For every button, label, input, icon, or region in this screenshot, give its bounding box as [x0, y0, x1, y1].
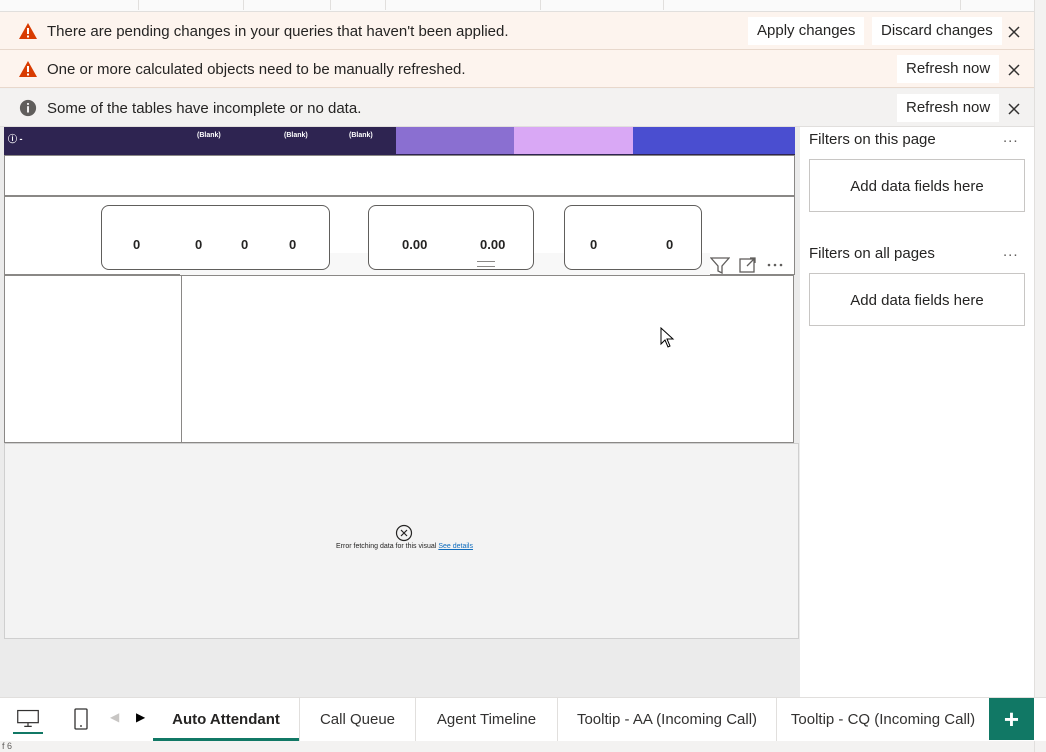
info-icon: ⓘ -	[8, 134, 23, 144]
refresh-now-button[interactable]: Refresh now	[897, 94, 1000, 122]
status-bar: f 6	[0, 741, 1034, 752]
more-options-icon[interactable]	[765, 256, 785, 274]
card-value: 0.00	[480, 237, 506, 252]
incomplete-data-banner: Some of the tables have incomplete or no…	[0, 89, 1034, 127]
card-value: 0	[590, 237, 598, 252]
refresh-calculated-banner: One or more calculated objects need to b…	[0, 50, 1034, 88]
filters-all-title: Filters on all pages	[809, 245, 935, 262]
multi-row-card[interactable]: 0 0	[564, 205, 702, 270]
tab-tooltip-aa[interactable]: Tooltip - AA (Incoming Call)	[558, 698, 777, 742]
error-visual[interactable]: Error fetching data for this visual See …	[4, 443, 799, 639]
warning-icon	[19, 23, 37, 39]
info-icon	[19, 99, 37, 117]
error-message: Error fetching data for this visual See …	[336, 543, 473, 550]
side-panel-edge	[1034, 0, 1046, 752]
card-value: 0.00	[402, 237, 428, 252]
error-icon	[395, 524, 413, 542]
pending-changes-banner: There are pending changes in your querie…	[0, 12, 1034, 50]
desktop-view-icon[interactable]	[13, 704, 43, 734]
page-filter-dropzone[interactable]: Add data fields here	[809, 159, 1025, 212]
previous-page-icon[interactable]: ◀	[110, 710, 119, 724]
card-row-visual[interactable]: 0 0 0 0 0.00 0.00 0 0	[4, 196, 795, 275]
card-value: 0	[195, 237, 203, 252]
drag-handle[interactable]	[477, 261, 495, 267]
tab-auto-attendant[interactable]: Auto Attendant	[153, 698, 300, 742]
banner-message: There are pending changes in your querie…	[47, 23, 509, 40]
add-page-button[interactable]: +	[989, 698, 1034, 740]
apply-changes-button[interactable]: Apply changes	[748, 17, 865, 45]
close-icon[interactable]	[1003, 21, 1025, 43]
banner-message: Some of the tables have incomplete or no…	[47, 100, 362, 117]
ribbon-remnant	[0, 0, 1046, 12]
blue-segment	[633, 127, 795, 154]
table-visual[interactable]	[4, 275, 794, 443]
lilac-segment	[514, 127, 633, 154]
all-pages-filter-dropzone[interactable]: Add data fields here	[809, 273, 1025, 326]
mouse-cursor-icon	[660, 327, 675, 348]
page-tab-bar: ◀ ▶ Auto Attendant Call Queue Agent Time…	[0, 697, 1046, 742]
more-options-icon[interactable]: ...	[1003, 243, 1019, 260]
banner-message: One or more calculated objects need to b…	[47, 61, 466, 78]
warning-icon	[19, 61, 37, 77]
next-page-icon[interactable]: ▶	[136, 710, 145, 724]
filter-icon[interactable]	[710, 256, 730, 274]
refresh-now-button[interactable]: Refresh now	[897, 55, 1000, 83]
card-value: 0	[289, 237, 297, 252]
tab-tooltip-cq[interactable]: Tooltip - CQ (Incoming Call)	[777, 698, 989, 742]
header-visual[interactable]: ⓘ - (Blank) (Blank) (Blank)	[4, 127, 795, 155]
column-divider	[181, 276, 182, 442]
focus-mode-icon[interactable]	[738, 256, 758, 274]
multi-row-card[interactable]: 0.00 0.00	[368, 205, 534, 270]
close-icon[interactable]	[1003, 59, 1025, 81]
mobile-view-icon[interactable]	[66, 704, 96, 734]
filters-pane: Filters on this page ... Add data fields…	[800, 127, 1034, 697]
blank-label: (Blank)	[197, 132, 221, 139]
filters-page-title: Filters on this page	[809, 131, 936, 148]
empty-visual[interactable]	[4, 155, 795, 196]
close-icon[interactable]	[1003, 98, 1025, 120]
tab-call-queue[interactable]: Call Queue	[300, 698, 416, 742]
card-value: 0	[241, 237, 249, 252]
multi-row-card[interactable]: 0 0 0 0	[101, 205, 330, 270]
purple-segment	[396, 127, 514, 154]
blank-label: (Blank)	[284, 132, 308, 139]
report-canvas: ⓘ - (Blank) (Blank) (Blank) 0 0 0 0 0.00…	[0, 127, 800, 697]
blank-label: (Blank)	[349, 132, 373, 139]
tab-agent-timeline[interactable]: Agent Timeline	[416, 698, 558, 742]
discard-changes-button[interactable]: Discard changes	[872, 17, 1002, 45]
more-options-icon[interactable]: ...	[1003, 129, 1019, 146]
card-value: 0	[666, 237, 674, 252]
card-value: 0	[133, 237, 141, 252]
see-details-link[interactable]: See details	[438, 543, 473, 550]
